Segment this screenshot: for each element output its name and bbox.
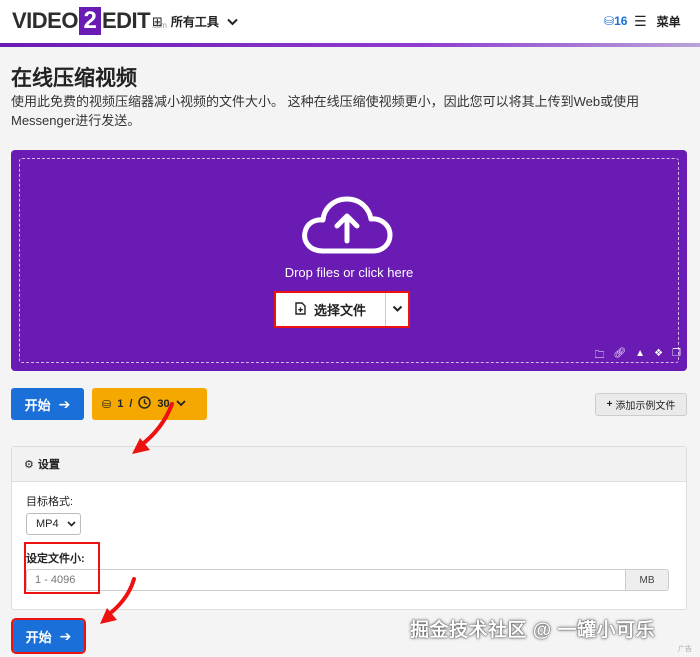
all-tools-dropdown[interactable]: ⊞ 所有工具 bbox=[152, 13, 238, 30]
cloud-upload-icon bbox=[302, 196, 393, 254]
gears-icon: ⚙ bbox=[24, 458, 34, 471]
dropbox-icon[interactable]: ❖ bbox=[654, 348, 663, 365]
arrow-right-icon: ➔ bbox=[59, 627, 72, 644]
settings-header: ⚙ 设置 bbox=[12, 447, 686, 482]
file-add-icon bbox=[295, 301, 306, 318]
page-title: 在线压缩视频 bbox=[11, 67, 137, 90]
coin-icon: ⛁ bbox=[604, 14, 615, 28]
credits-counter[interactable]: ⛁16 bbox=[604, 14, 627, 28]
menu-label: 菜单 bbox=[656, 15, 681, 29]
start-button-bottom[interactable]: 开始 ➔ bbox=[11, 618, 86, 654]
annotation-arrow bbox=[100, 577, 136, 624]
dropzone-border bbox=[19, 158, 679, 363]
menu-button[interactable]: ☰ 菜单 bbox=[634, 13, 681, 30]
start-label: 开始 bbox=[25, 629, 52, 645]
dropzone-text: Drop files or click here bbox=[284, 265, 414, 280]
start-label: 开始 bbox=[24, 397, 51, 413]
chevron-down-icon bbox=[227, 15, 238, 29]
target-format-select[interactable]: MP4 bbox=[26, 513, 81, 535]
file-size-unit: MB bbox=[626, 569, 669, 591]
add-example-file-button[interactable]: + 添加示例文件 bbox=[595, 393, 687, 416]
annotation-arrow bbox=[132, 402, 174, 454]
ad-label: 广告 bbox=[678, 646, 692, 653]
choose-file-button[interactable]: 选择文件 bbox=[276, 293, 386, 326]
plus-icon: + bbox=[606, 399, 613, 410]
choose-file-label: 选择文件 bbox=[313, 303, 366, 318]
annotation-box bbox=[24, 542, 100, 594]
chevron-down-icon bbox=[67, 519, 76, 529]
arrow-right-icon: ➔ bbox=[58, 395, 71, 412]
folder-icon[interactable]: 🗀 bbox=[594, 348, 604, 365]
grid-icon: ⊞ bbox=[152, 13, 163, 29]
google-drive-icon[interactable]: ▲ bbox=[635, 348, 645, 365]
start-button[interactable]: 开始 ➔ bbox=[11, 388, 84, 420]
watermark: 掘金技术社区 @ 一罐小可乐 bbox=[410, 620, 656, 641]
choose-file-dropdown[interactable] bbox=[386, 304, 408, 316]
logo-edit: EDIT bbox=[101, 8, 151, 33]
choose-file-group: 选择文件 bbox=[274, 291, 410, 328]
target-format-value: MP4 bbox=[36, 518, 59, 530]
top-bar: VIDEO 2 EDIT .com ⊞ 所有工具 ⛁16 ☰ 菜单 bbox=[0, 0, 700, 43]
credits-value: 16 bbox=[614, 14, 628, 28]
quota-count: 1 bbox=[117, 398, 124, 410]
target-format-label: 目标格式: bbox=[26, 496, 74, 508]
source-icons: 🗀 🔗︎ ▲ ❖ ❐ bbox=[594, 348, 681, 365]
page-description: 使用此免费的视频压缩器减小视频的文件大小。 这种在线压缩使视频更小，因此您可以将… bbox=[11, 94, 640, 128]
logo[interactable]: VIDEO 2 EDIT .com bbox=[12, 7, 167, 35]
settings-title: 设置 bbox=[37, 459, 60, 471]
hamburger-icon: ☰ bbox=[634, 13, 647, 29]
logo-two: 2 bbox=[78, 7, 101, 35]
all-tools-label: 所有工具 bbox=[170, 15, 219, 29]
coin-icon: ⛁ bbox=[102, 398, 112, 411]
clipboard-icon[interactable]: ❐ bbox=[672, 348, 681, 365]
logo-video: VIDEO bbox=[12, 8, 78, 33]
link-icon[interactable]: 🔗︎ bbox=[613, 348, 626, 365]
add-example-label: 添加示例文件 bbox=[615, 401, 676, 412]
file-dropzone[interactable]: Drop files or click here 选择文件 🗀 🔗︎ ▲ ❖ ❐ bbox=[11, 150, 687, 371]
header-accent-line bbox=[0, 43, 700, 47]
